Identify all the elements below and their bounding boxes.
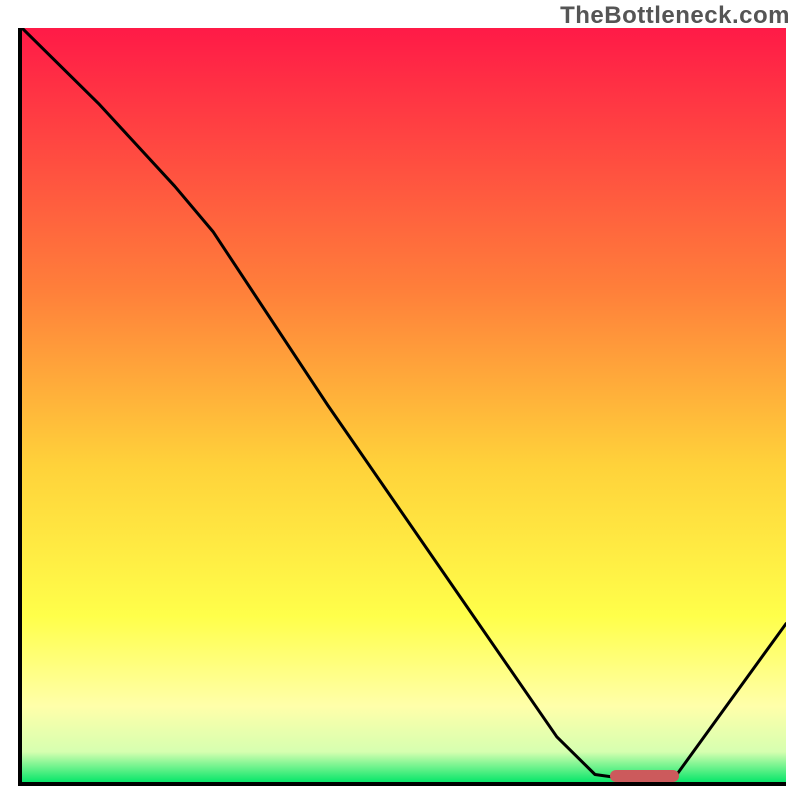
plot-area [22,28,786,782]
optimal-marker [610,770,679,782]
chart-frame: TheBottleneck.com [0,0,800,800]
watermark-text: TheBottleneck.com [560,2,790,30]
gradient-background [22,28,786,782]
chart-svg [22,28,786,782]
